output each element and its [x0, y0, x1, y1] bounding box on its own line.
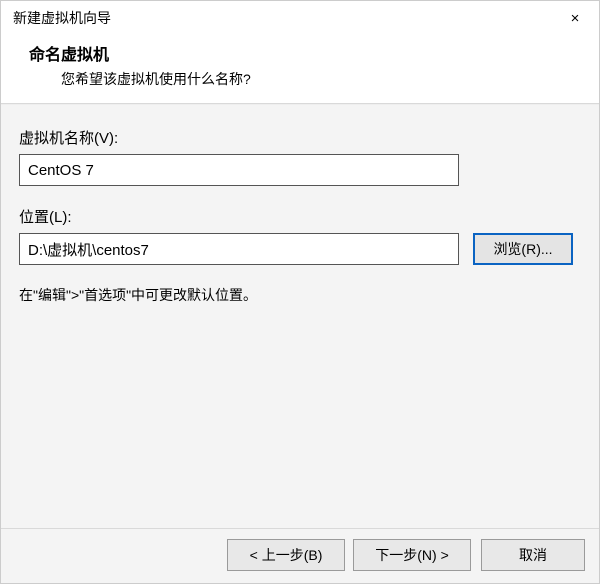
back-button[interactable]: < 上一步(B) — [227, 539, 345, 571]
wizard-content: 虚拟机名称(V): 位置(L): 浏览(R)... 在"编辑">"首选项"中可更… — [1, 104, 599, 528]
close-icon[interactable]: × — [561, 7, 589, 29]
location-row: 浏览(R)... — [19, 233, 581, 265]
cancel-button[interactable]: 取消 — [481, 539, 585, 571]
cancel-button-label: 取消 — [519, 545, 547, 565]
vm-name-input[interactable] — [19, 154, 459, 186]
vm-location-label: 位置(L): — [19, 206, 581, 227]
next-button-label: 下一步(N) > — [375, 545, 449, 565]
hint-text: 在"编辑">"首选项"中可更改默认位置。 — [19, 285, 581, 305]
vm-name-label: 虚拟机名称(V): — [19, 127, 581, 148]
page-subtitle: 您希望该虚拟机使用什么名称? — [29, 69, 581, 89]
vm-location-input[interactable] — [19, 233, 459, 265]
titlebar: 新建虚拟机向导 × — [1, 1, 599, 33]
window-title: 新建虚拟机向导 — [13, 8, 111, 28]
back-button-label: < 上一步(B) — [250, 545, 323, 565]
page-title: 命名虚拟机 — [29, 41, 581, 65]
browse-button[interactable]: 浏览(R)... — [473, 233, 573, 265]
wizard-header: 命名虚拟机 您希望该虚拟机使用什么名称? — [1, 33, 599, 104]
browse-button-label: 浏览(R)... — [493, 239, 552, 259]
next-button[interactable]: 下一步(N) > — [353, 539, 471, 571]
nav-button-pair: < 上一步(B) 下一步(N) > — [227, 539, 471, 571]
wizard-footer: < 上一步(B) 下一步(N) > 取消 — [1, 528, 599, 583]
